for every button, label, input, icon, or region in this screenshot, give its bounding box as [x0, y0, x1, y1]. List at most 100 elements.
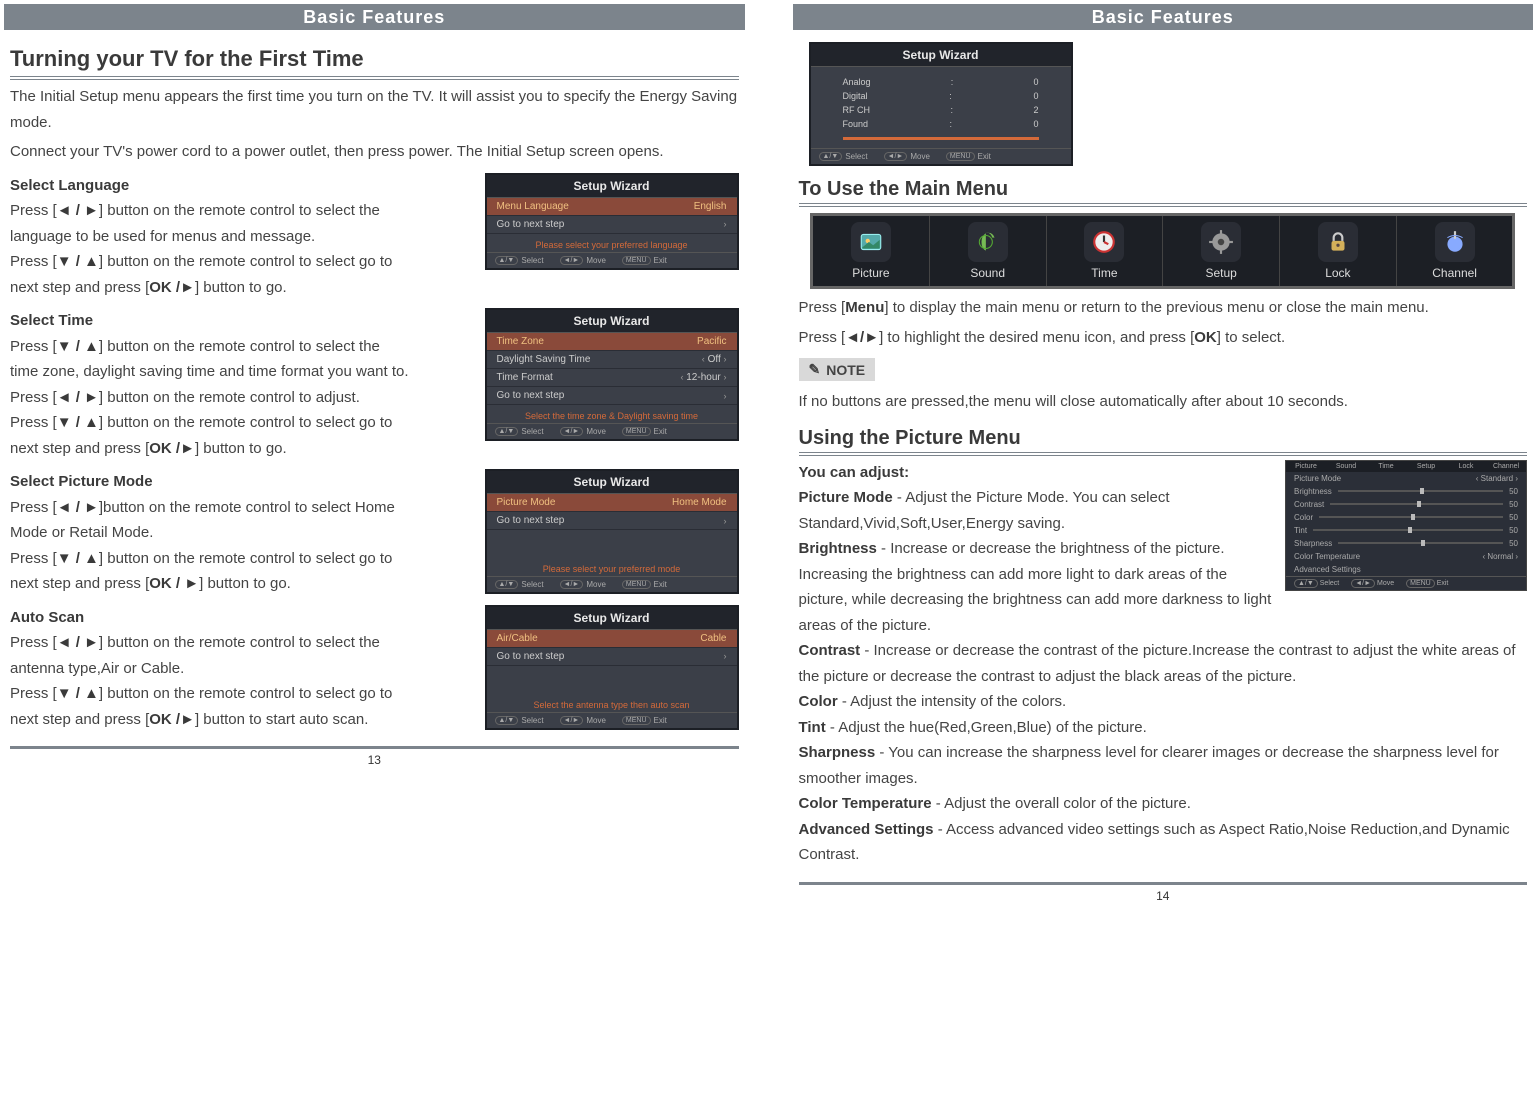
note-badge: ✎ NOTE	[799, 358, 876, 381]
main-menu-strip: Picture Sound Time Setup Lock Channel	[810, 213, 1515, 289]
pm-row-sharpness: Sharpness50	[1286, 537, 1526, 550]
foot-select: Select	[845, 152, 867, 161]
picture-menu-tabs: Picture Sound Time Setup Lock Channel	[1286, 461, 1526, 472]
wizard-row-next: Go to next step›	[487, 648, 737, 666]
wizard-footer: ▲/▼Select ◄/►Move MENUExit	[487, 252, 737, 268]
wizard-row-aircable: Air/CableCable	[487, 630, 737, 648]
wizard-footer: ▲/▼Select ◄/►Move MENUExit	[811, 148, 1071, 164]
wizard-hint: Select the antenna type then auto scan	[487, 694, 737, 712]
step-auto-scan: Setup Wizard Air/CableCable Go to next s…	[10, 605, 739, 733]
step-p3: Press [▼ / ▲] button on the remote contr…	[10, 410, 411, 461]
time-icon	[1084, 222, 1124, 262]
main-menu-label: Time	[1091, 266, 1117, 280]
dpad-vertical-icon: ▲/▼	[1294, 579, 1318, 588]
header-title: Basic Features	[303, 7, 445, 28]
pm-row-colortemp: Color Temperature‹ Normal ›	[1286, 550, 1526, 563]
foot-exit: Exit	[654, 427, 667, 436]
page-14: Basic Features Setup Wizard Analog:0 Dig…	[793, 0, 1534, 903]
scan-row-digital: Digital:0	[843, 89, 1039, 103]
dpad-horizontal-icon: ◄/►	[560, 427, 584, 436]
page-footer: 14	[799, 882, 1528, 903]
wizard-row-next: Go to next step ›	[487, 216, 737, 234]
wizard-scan-mock: Setup Wizard Air/CableCable Go to next s…	[485, 605, 739, 730]
wizard-row-next: Go to next step›	[487, 387, 737, 405]
main-menu-item-setup: Setup	[1163, 216, 1280, 286]
wizard-row-value: English	[694, 201, 727, 212]
pm-tint: Tint - Adjust the hue(Red,Green,Blue) of…	[799, 719, 1147, 736]
dpad-horizontal-icon: ◄/►	[560, 580, 584, 589]
header-bar-left: Basic Features	[4, 4, 745, 30]
wizard-title: Setup Wizard	[811, 44, 1071, 67]
wizard-time-mock: Setup Wizard Time ZonePacific Daylight S…	[485, 308, 739, 441]
wizard-hint: Select the time zone & Daylight saving t…	[487, 405, 737, 423]
foot-move: Move	[586, 580, 606, 589]
step-picture-mode: Setup Wizard Picture ModeHome Mode Go to…	[10, 469, 739, 597]
step-p2: Press [▼ / ▲] button on the remote contr…	[10, 249, 411, 300]
wizard-footer: ▲/▼ Select ◄/► Move MENU Exit	[1286, 576, 1526, 590]
foot-exit: Exit	[978, 152, 991, 161]
sound-icon	[968, 222, 1008, 262]
wizard-row-language: Menu Language English	[487, 198, 737, 216]
pm-row-contrast: Contrast50	[1286, 498, 1526, 511]
header-bar-right: Basic Features	[793, 4, 1534, 30]
wizard-row-next: Go to next step›	[487, 512, 737, 530]
pm-brightness: Brightness - Increase or decrease the br…	[799, 540, 1272, 634]
chevron-left-icon: ‹	[680, 372, 683, 382]
pm-color: Color - Adjust the intensity of the colo…	[799, 693, 1067, 710]
main-menu-label: Sound	[970, 266, 1005, 280]
wizard-row-dst: Daylight Saving Time‹ Off ›	[487, 351, 737, 369]
step-time: Setup Wizard Time ZonePacific Daylight S…	[10, 308, 739, 461]
page-number: 14	[1156, 889, 1169, 903]
step-title: Select Picture Mode	[10, 469, 411, 495]
step-p1: Press [◄ / ►]button on the remote contro…	[10, 495, 411, 546]
wizard-footer: ▲/▼Select ◄/►Move MENUExit	[487, 712, 737, 728]
pm-colortemp: Color Temperature - Adjust the overall c…	[799, 795, 1191, 812]
dpad-vertical-icon: ▲/▼	[495, 256, 519, 265]
menu-pill-icon: MENU	[622, 427, 651, 436]
step-title: Select Time	[10, 308, 411, 334]
picture-menu-mock: Picture Sound Time Setup Lock Channel Pi…	[1285, 460, 1527, 591]
chevron-right-icon: ›	[724, 354, 727, 364]
foot-exit: Exit	[654, 580, 667, 589]
step-p2: Press [▼ / ▲] button on the remote contr…	[10, 681, 411, 732]
wizard-language-mock: Setup Wizard Menu Language English Go to…	[485, 173, 739, 270]
foot-move: Move	[586, 256, 606, 265]
picture-menu-heading: Using the Picture Menu	[799, 427, 1528, 456]
pm-advanced: Advanced Settings - Access advanced vide…	[799, 821, 1510, 864]
foot-select: Select	[521, 716, 543, 725]
foot-select: Select	[521, 580, 543, 589]
pm-contrast: Contrast - Increase or decrease the cont…	[799, 642, 1516, 685]
step-p1: Press [◄ / ►] button on the remote contr…	[10, 198, 411, 249]
menu-pill-icon: MENU	[1406, 579, 1435, 588]
pm-row-advanced: Advanced Settings	[1286, 563, 1526, 576]
menu-pill-icon: MENU	[622, 256, 651, 265]
step-p1: Press [▼ / ▲] button on the remote contr…	[10, 334, 411, 385]
chevron-right-icon: ›	[724, 516, 727, 526]
section-title: Turning your TV for the First Time	[10, 46, 739, 80]
dpad-horizontal-icon: ◄/►	[560, 256, 584, 265]
dpad-horizontal-icon: ◄/►	[560, 716, 584, 725]
page-13: Basic Features Turning your TV for the F…	[4, 0, 745, 903]
lock-icon	[1318, 222, 1358, 262]
mm-p2: Press [◄/►] to highlight the desired men…	[799, 325, 1528, 351]
wizard-row-pmode: Picture ModeHome Mode	[487, 494, 737, 512]
note-label-text: NOTE	[826, 362, 865, 378]
main-menu-label: Setup	[1205, 266, 1236, 280]
wizard-row-label: Menu Language	[497, 201, 569, 212]
chevron-left-icon: ‹	[702, 354, 705, 364]
note-text: If no buttons are pressed,the menu will …	[799, 389, 1528, 415]
wizard-footer: ▲/▼Select ◄/►Move MENUExit	[487, 576, 737, 592]
foot-move: Move	[586, 716, 606, 725]
step-title: Auto Scan	[10, 605, 411, 631]
main-menu-item-lock: Lock	[1280, 216, 1397, 286]
wizard-row-timeformat: Time Format‹ 12-hour ›	[487, 369, 737, 387]
dpad-horizontal-icon: ◄/►	[884, 152, 908, 161]
pm-row-mode: Picture Mode‹ Standard ›	[1286, 472, 1526, 485]
main-menu-label: Lock	[1325, 266, 1350, 280]
intro-1: The Initial Setup menu appears the first…	[10, 84, 739, 135]
wizard-title: Setup Wizard	[487, 310, 737, 333]
pm-row-tint: Tint50	[1286, 524, 1526, 537]
main-menu-item-sound: Sound	[930, 216, 1047, 286]
chevron-right-icon: ›	[724, 391, 727, 401]
pm-row-brightness: Brightness50	[1286, 485, 1526, 498]
